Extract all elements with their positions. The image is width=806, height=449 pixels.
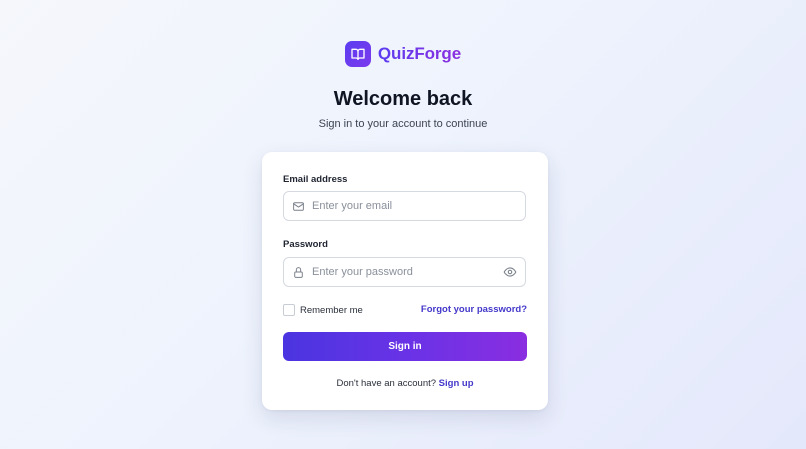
email-label: Email address [283,174,348,185]
signup-prompt: Don't have an account? [336,378,439,389]
password-input[interactable] [312,258,503,286]
brand-name: QuizForge [377,44,462,63]
email-input[interactable] [312,192,525,220]
mail-icon [292,200,305,213]
login-page: QuizForge Welcome back Sign in to your a… [0,0,806,449]
login-card: Email address Password [262,152,548,410]
page-subtitle: Sign in to your account to continue [318,118,488,130]
brand: QuizForge [0,41,806,67]
remember-me-checkbox[interactable] [283,304,295,316]
lock-icon [292,266,305,279]
open-book-icon [344,41,371,67]
sign-up-link[interactable]: Sign up [439,378,474,389]
email-field-wrapper[interactable] [283,191,526,221]
sign-in-button[interactable]: Sign in [283,332,527,361]
page-title: Welcome back [333,88,473,110]
password-label: Password [283,239,328,250]
remember-me-label: Remember me [300,304,363,316]
remember-me[interactable]: Remember me [283,304,363,316]
password-field-wrapper[interactable] [283,257,526,287]
eye-icon[interactable] [503,265,517,279]
forgot-password-link[interactable]: Forgot your password? [421,304,527,315]
signup-row: Don't have an account? Sign up [262,378,548,389]
